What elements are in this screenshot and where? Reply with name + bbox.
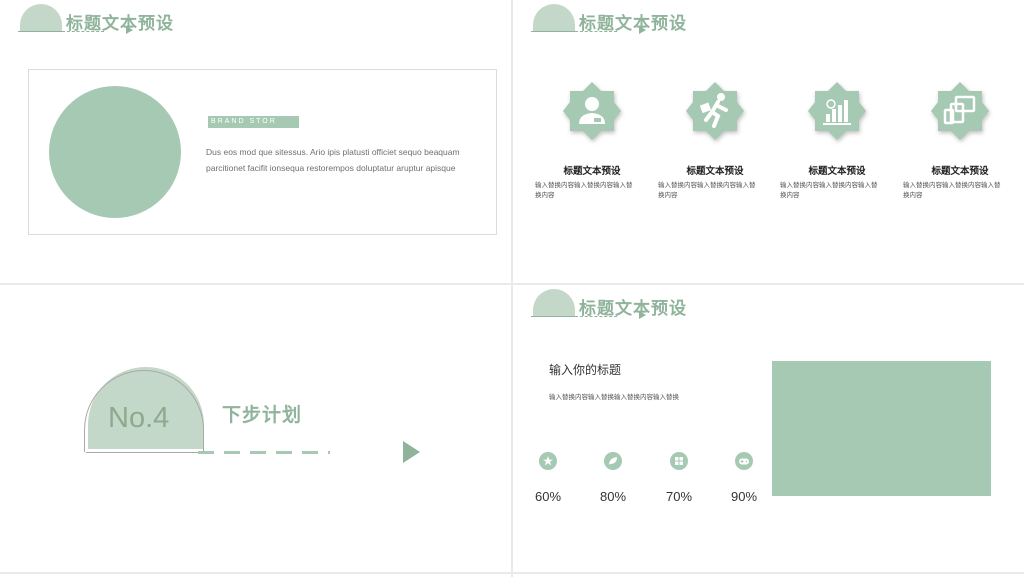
bar-chart-icon: [806, 80, 868, 142]
feature-text: 输入替换内容输入替换内容输入替换内容: [780, 181, 878, 199]
header-title: 标题文本预设: [579, 299, 687, 319]
header-underline: [18, 31, 64, 32]
image-placeholder-circle: [49, 86, 181, 218]
feature-text: 输入替换内容输入替换内容输入替换内容: [535, 181, 633, 199]
feature-text: 输入替换内容输入替换内容输入替换内容: [903, 181, 1001, 199]
header-underline: [531, 316, 577, 317]
feature-text: 输入替换内容输入替换内容输入替换内容: [658, 181, 756, 199]
runner-icon: [684, 80, 746, 142]
content-box: BRAND STOR Dus eos mod que sitessus. Ari…: [28, 69, 497, 235]
stat-value: 60%: [534, 489, 562, 504]
section-title: 下步计划: [222, 404, 303, 426]
content-subtitle: 输入替换内容输入替换输入替换内容输入替换: [549, 393, 679, 401]
section-dashed-line: [198, 451, 330, 454]
stat-item: 80%: [581, 452, 641, 512]
slide-header: 标题文本预设: [531, 289, 731, 323]
stat-value: 70%: [665, 489, 693, 504]
stat-item: 90%: [712, 452, 772, 512]
feature-title: 标题文本预设: [931, 166, 989, 177]
slide-3[interactable]: No.4 下步计划: [0, 285, 511, 572]
feature-title: 标题文本预设: [563, 166, 621, 177]
stat-value: 80%: [599, 489, 627, 504]
section-number: No.4: [108, 402, 170, 434]
play-arrow-icon: [403, 441, 420, 463]
image-placeholder: [772, 361, 991, 496]
feature-title: 标题文本预设: [808, 166, 866, 177]
slide-header: 标题文本预设: [18, 4, 218, 38]
slide-header: 标题文本预设: [531, 4, 731, 38]
feature-item: 标题文本预设 输入替换内容输入替换内容输入替换内容: [658, 78, 760, 208]
header-semicircle: [533, 4, 575, 31]
leaf-icon: [604, 452, 622, 470]
stat-item: 70%: [647, 452, 707, 512]
stat-item: 60%: [516, 452, 576, 512]
gamepad-icon: [735, 452, 753, 470]
star-icon: [539, 452, 557, 470]
stat-value: 90%: [730, 489, 758, 504]
devices-icon: [929, 80, 991, 142]
description-text: Dus eos mod que sitessus. Ario ipis plat…: [206, 147, 460, 173]
feature-title: 标题文本预设: [686, 166, 744, 177]
windows-icon: [670, 452, 688, 470]
header-title: 标题文本预设: [579, 14, 687, 34]
brand-label: BRAND STOR: [208, 116, 299, 128]
slide-1[interactable]: 标题文本预设 BRAND STOR Dus eos mod que sitess…: [0, 0, 511, 283]
header-semicircle: [20, 4, 62, 31]
header-semicircle: [533, 289, 575, 316]
content-title: 输入你的标题: [549, 363, 622, 377]
feature-item: 标题文本预设 输入替换内容输入替换内容输入替换内容: [903, 78, 1005, 208]
feature-item: 标题文本预设 输入替换内容输入替换内容输入替换内容: [780, 78, 882, 208]
header-underline: [531, 31, 577, 32]
semicircle-baseline: [86, 452, 198, 453]
slide-4[interactable]: 标题文本预设 输入你的标题 输入替换内容输入替换输入替换内容输入替换 60% 8…: [513, 285, 1024, 572]
header-title: 标题文本预设: [66, 14, 174, 34]
feature-item: 标题文本预设 输入替换内容输入替换内容输入替换内容: [535, 78, 637, 208]
slide-2[interactable]: 标题文本预设 标题文本预设 输入替换内容输入替换内容输入替换内容 标题文本预设 …: [513, 0, 1024, 283]
user-icon: [561, 80, 623, 142]
